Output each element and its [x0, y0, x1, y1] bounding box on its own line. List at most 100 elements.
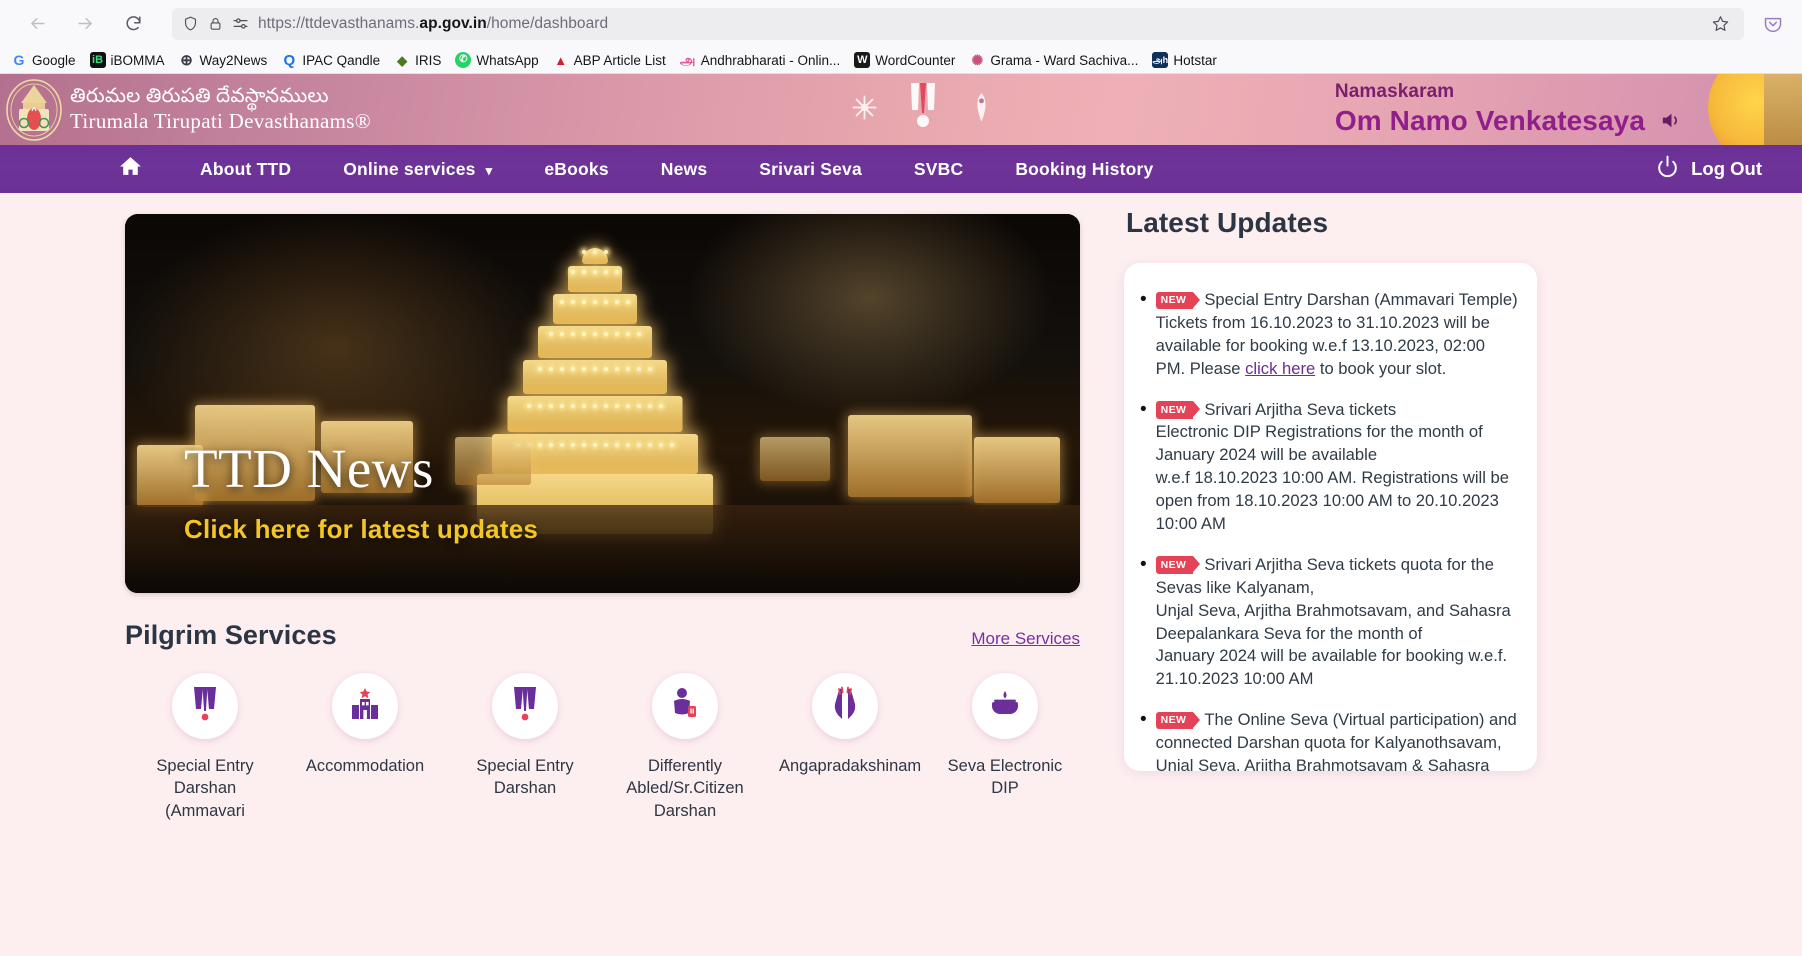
bookmark-item[interactable]: ◆ IRIS [387, 49, 448, 71]
nav-item-home[interactable] [118, 154, 143, 184]
bookmark-item[interactable]: ▲ ABP Article List [546, 49, 673, 71]
site-title: తిరుమల తిరుపతి దేవస్థానములు Tirumala Tir… [70, 85, 371, 134]
browser-toolbar: https://ttdevasthanams.ap.gov.in/home/da… [0, 0, 1802, 47]
abp-icon: ▲ [554, 52, 568, 68]
nav-item-about-ttd[interactable]: About TTD [200, 159, 291, 180]
google-icon: G [13, 52, 25, 68]
wordcounter-icon: W [854, 52, 871, 68]
service-icon-circle [972, 673, 1038, 739]
main-navigation: About TTD Online services ▾ eBooks News S… [0, 145, 1802, 193]
nav-item-online-services[interactable]: Online services ▾ [343, 159, 492, 180]
click-here-link[interactable]: click here [1245, 359, 1315, 378]
bookmark-item[interactable]: அh Hotstar [1145, 49, 1224, 71]
update-pre-link: The Online Seva (Virtual participation) … [1155, 710, 1517, 771]
back-button[interactable] [20, 7, 54, 41]
site-title-telugu: తిరుమల తిరుపతి దేవస్థానములు [70, 84, 329, 107]
bullet-icon: • [1140, 289, 1147, 310]
hero-title: TTD News [184, 438, 434, 500]
dip-lamp-icon [988, 687, 1022, 726]
bookmark-item[interactable]: G Google [4, 49, 83, 71]
service-label: Special Entry Darshan (Ammavari [156, 757, 254, 820]
bookmark-label: IRIS [415, 52, 442, 68]
nav-item-srivari-seva[interactable]: Srivari Seva [759, 159, 862, 180]
logout-button[interactable]: Log Out [1655, 154, 1762, 184]
header-symbols [851, 81, 995, 138]
bookmark-label: Grama - Ward Sachiva... [990, 52, 1139, 68]
permissions-icon[interactable] [232, 16, 249, 31]
service-item-accommodation[interactable]: Accommodation [285, 673, 445, 822]
list-item[interactable]: • NEW Srivari Arjitha Seva tickets quota … [1140, 554, 1519, 691]
nav-label: Srivari Seva [759, 158, 862, 179]
latest-updates-card[interactable]: • NEW Special Entry Darshan (Ammavari Tem… [1124, 263, 1537, 771]
bookmark-label: Andhrabharati - Onlin... [700, 52, 841, 68]
bullet-icon: • [1140, 709, 1147, 731]
andhrabharati-icon: அ [679, 52, 696, 68]
pilgrim-services-title: Pilgrim Services [125, 620, 337, 650]
way2news-icon: ⊕ [180, 51, 193, 69]
hero-banner[interactable]: TTD News Click here for latest updates [125, 214, 1080, 593]
update-text: NEW Srivari Arjitha Seva tickets quota fo… [1155, 554, 1519, 691]
namam-icon [906, 81, 940, 138]
service-label: Differently Abled/Sr.Citizen Darshan [626, 757, 744, 820]
bookmark-item[interactable]: iB iBOMMA [83, 49, 172, 71]
grama-icon: ✺ [971, 52, 984, 68]
address-bar[interactable]: https://ttdevasthanams.ap.gov.in/home/da… [172, 7, 1744, 40]
list-item[interactable]: • NEW Special Entry Darshan (Ammavari Tem… [1140, 289, 1519, 381]
latest-updates-column: Latest Updates • NEW Special Entry Darsha… [1100, 193, 1802, 822]
power-icon [1655, 154, 1680, 184]
update-text: NEW Special Entry Darshan (Ammavari Templ… [1155, 289, 1519, 381]
speaker-icon[interactable] [1659, 109, 1682, 132]
list-item[interactable]: • NEW Srivari Arjitha Seva tickets Electr… [1140, 399, 1519, 536]
service-icon-circle [172, 673, 238, 739]
bookmark-item[interactable]: ✺ Grama - Ward Sachiva... [962, 49, 1145, 71]
lock-icon [208, 16, 223, 31]
namam-icon [510, 685, 540, 728]
logout-label: Log Out [1691, 158, 1762, 179]
hero-subtitle[interactable]: Click here for latest updates [184, 514, 538, 545]
ttd-logo[interactable] [6, 78, 62, 141]
bookmark-label: WordCounter [875, 52, 956, 68]
latest-updates-title: Latest Updates [1126, 207, 1329, 238]
update-text: NEW Srivari Arjitha Seva tickets Electron… [1155, 399, 1519, 536]
pilgrim-services-grid: Special Entry Darshan (Ammavari Accommod… [125, 673, 1085, 822]
list-item[interactable]: • NEW The Online Seva (Virtual participat… [1140, 709, 1519, 771]
bookmark-label: WhatsApp [476, 52, 539, 68]
praying-hands-icon [828, 686, 862, 727]
namam-icon [190, 685, 220, 728]
service-item-angapradakshinam[interactable]: Angapradakshinam [765, 673, 925, 822]
new-badge: NEW [1155, 711, 1201, 730]
bookmark-label: Hotstar [1173, 52, 1217, 68]
bookmark-item[interactable]: Q IPAC Qandle [274, 49, 387, 71]
nav-item-booking-history[interactable]: Booking History [1015, 159, 1153, 180]
url-text: https://ttdevasthanams.ap.gov.in/home/da… [258, 14, 609, 32]
service-item-special-entry-darshan-ammavari[interactable]: Special Entry Darshan (Ammavari [125, 673, 285, 822]
qandle-icon: Q [283, 51, 296, 69]
reload-button[interactable] [116, 7, 150, 41]
nav-label: SVBC [913, 158, 964, 179]
bookmark-item[interactable]: ⊕ Way2News [172, 49, 275, 71]
more-services-link[interactable]: More Services [971, 629, 1080, 649]
bookmark-item[interactable]: அ Andhrabharati - Onlin... [673, 49, 848, 71]
nav-label: Booking History [1015, 158, 1154, 179]
pillar-decoration [1764, 74, 1802, 145]
pocket-icon[interactable] [1758, 9, 1788, 39]
forward-button[interactable] [68, 7, 102, 41]
greeting-main-text: Om Namo Venkatesaya [1334, 105, 1645, 137]
nav-item-svbc[interactable]: SVBC [914, 159, 963, 180]
chevron-down-icon: ▾ [485, 163, 493, 178]
nav-item-news[interactable]: News [661, 159, 708, 180]
service-item-special-entry-darshan[interactable]: Special Entry Darshan [445, 673, 605, 822]
service-icon-circle [652, 673, 718, 739]
service-label: Accommodation [305, 757, 425, 775]
bookmark-star-icon[interactable] [1711, 14, 1734, 33]
service-label: Special Entry Darshan [476, 757, 574, 798]
hotstar-icon: அh [1152, 52, 1169, 68]
service-item-differently-abled-sr-citizen-darshan[interactable]: Differently Abled/Sr.Citizen Darshan [605, 673, 765, 822]
greeting-block: Namaskaram Om Namo Venkatesaya [1335, 81, 1682, 139]
service-item-seva-electronic-dip[interactable]: Seva Electronic DIP [925, 673, 1085, 822]
browser-chrome: https://ttdevasthanams.ap.gov.in/home/da… [0, 0, 1802, 74]
bookmark-item[interactable]: ✆ WhatsApp [448, 49, 545, 71]
bookmarks-bar: G Google iB iBOMMA ⊕ Way2News Q IPAC Qandle … [0, 47, 1802, 74]
bookmark-item[interactable]: W WordCounter [847, 49, 962, 71]
nav-item-ebooks[interactable]: eBooks [544, 159, 608, 180]
